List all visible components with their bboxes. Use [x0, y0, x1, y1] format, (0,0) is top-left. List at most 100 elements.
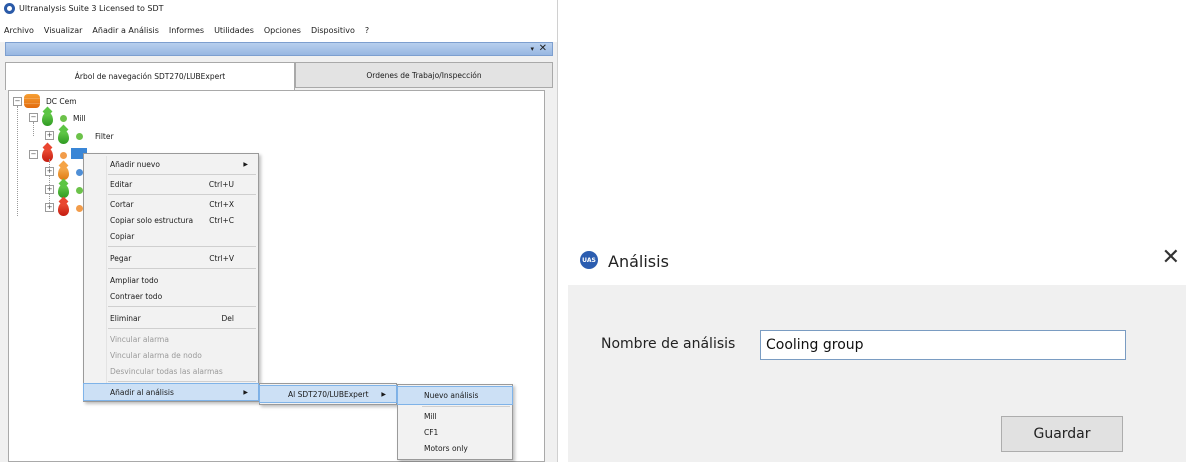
tree-node-filter[interactable]: Filter	[95, 132, 114, 141]
menu-item-desvincular-alarmas: Desvincular todas las alarmas	[84, 363, 258, 379]
menu-visualizar[interactable]: Visualizar	[44, 26, 83, 35]
tab-strip: Árbol de navegación SDT270/LUBExpert Ord…	[5, 62, 553, 90]
status-green-icon	[76, 133, 83, 140]
app-logo-icon	[4, 3, 15, 14]
menu-item-pegar[interactable]: Pegar Ctrl+V	[84, 250, 258, 266]
menu-separator	[108, 306, 256, 307]
uas-logo-icon: UAS	[580, 251, 598, 269]
menu-item-copiar-estructura[interactable]: Copiar solo estructura Ctrl+C	[84, 212, 258, 228]
status-orange-icon	[60, 152, 67, 159]
menu-separator	[108, 246, 256, 247]
menu-item-nuevo-analisis[interactable]: Nuevo análisis	[397, 386, 513, 405]
expand-child-icon[interactable]: +	[45, 167, 54, 176]
menu-item-label: Añadir nuevo	[110, 159, 160, 169]
menu-item-label: Editar	[110, 179, 133, 189]
menu-item-al-sdt270[interactable]: Al SDT270/LUBExpert ▶	[259, 385, 397, 403]
menu-item-label: Copiar	[110, 231, 135, 241]
app-window: Ultranalysis Suite 3 Licensed to SDT Arc…	[0, 0, 558, 462]
submenu-sdt270: Al SDT270/LUBExpert ▶	[259, 383, 397, 405]
red-drop-icon	[58, 202, 69, 216]
tab-navigation-tree[interactable]: Árbol de navegación SDT270/LUBExpert	[5, 62, 295, 90]
menu-item-shortcut: Ctrl+X	[209, 199, 234, 209]
submenu-arrow-icon: ▶	[243, 160, 248, 168]
menu-item-label: Copiar solo estructura	[110, 215, 194, 225]
menu-item-shortcut: Ctrl+C	[209, 215, 234, 225]
menu-item-label: Cortar	[110, 199, 134, 209]
status-green-icon	[60, 115, 67, 122]
menu-utilidades[interactable]: Utilidades	[214, 26, 254, 35]
expand-child-icon[interactable]: +	[45, 203, 54, 212]
menu-item-label: Vincular alarma de nodo	[110, 350, 202, 360]
menu-item-label: Motors only	[424, 443, 468, 453]
close-icon[interactable]: ✕	[1162, 245, 1180, 270]
collapse-node-icon[interactable]: −	[29, 150, 38, 159]
menu-separator	[108, 268, 256, 269]
menu-anadir-a-analisis[interactable]: Añadir a Análisis	[92, 26, 158, 35]
menu-separator	[108, 174, 256, 175]
status-blue-icon	[76, 169, 83, 176]
save-button[interactable]: Guardar	[1001, 416, 1123, 452]
tree-connector	[17, 106, 18, 216]
dialog-title: Análisis	[608, 252, 669, 271]
tree-node-mill[interactable]: Mill	[73, 114, 86, 123]
analysis-name-label: Nombre de análisis	[601, 336, 736, 352]
menu-separator	[108, 328, 256, 329]
status-green-icon	[76, 187, 83, 194]
green-drop-icon	[58, 130, 69, 144]
menu-item-anadir-nuevo[interactable]: Añadir nuevo ▶	[84, 156, 258, 172]
menu-item-label: Contraer todo	[110, 291, 163, 301]
status-orange-icon	[76, 205, 83, 212]
menu-item-ampliar-todo[interactable]: Ampliar todo	[84, 272, 258, 288]
menu-item-label: Vincular alarma	[110, 334, 169, 344]
menu-item-shortcut: Ctrl+U	[208, 179, 234, 189]
tree-node-root[interactable]: DC Cem	[46, 97, 77, 106]
red-drop-icon	[42, 148, 53, 162]
menu-item-copiar[interactable]: Copiar	[84, 228, 258, 244]
menu-archivo[interactable]: Archivo	[4, 26, 34, 35]
collapse-root-icon[interactable]: −	[13, 97, 22, 106]
menu-item-anadir-al-analisis[interactable]: Añadir al análisis ▶	[83, 383, 259, 401]
pane-close-icon[interactable]: ✕	[539, 43, 547, 54]
submenu-arrow-icon: ▶	[243, 388, 248, 396]
submenu-arrow-icon: ▶	[381, 390, 386, 398]
menu-item-label: Al SDT270/LUBExpert	[288, 389, 369, 399]
menu-separator	[108, 381, 256, 382]
menu-bar: Archivo Visualizar Añadir a Análisis Inf…	[0, 18, 557, 42]
menu-item-shortcut: Del	[221, 313, 234, 323]
menu-item-label: Añadir al análisis	[110, 387, 174, 397]
menu-help[interactable]: ?	[365, 26, 369, 35]
menu-item-vincular-alarma: Vincular alarma	[84, 331, 258, 347]
database-icon	[24, 94, 40, 108]
pane-dropdown-icon[interactable]: ▾	[530, 45, 534, 53]
menu-item-label: Ampliar todo	[110, 275, 159, 285]
collapse-mill-icon[interactable]: −	[29, 113, 38, 122]
pane-header: ▾ ✕	[5, 42, 553, 56]
menu-item-editar[interactable]: Editar Ctrl+U	[84, 176, 258, 192]
menu-item-shortcut: Ctrl+V	[209, 253, 234, 263]
menu-item-label: Mill	[424, 411, 437, 421]
menu-item-mill[interactable]: Mill	[398, 408, 512, 424]
submenu-analyses: Nuevo análisis Mill CF1 Motors only	[397, 384, 513, 460]
tab-work-orders[interactable]: Ordenes de Trabajo/Inspección	[295, 62, 553, 88]
title-bar: Ultranalysis Suite 3 Licensed to SDT	[0, 0, 557, 18]
menu-item-vincular-alarma-nodo: Vincular alarma de nodo	[84, 347, 258, 363]
expand-filter-icon[interactable]: +	[45, 131, 54, 140]
dialog-body: Nombre de análisis Guardar	[568, 285, 1186, 462]
menu-item-label: Nuevo análisis	[424, 391, 479, 400]
menu-item-label: CF1	[424, 427, 439, 437]
expand-child-icon[interactable]: +	[45, 185, 54, 194]
context-menu: Añadir nuevo ▶ Editar Ctrl+U Cortar Ctrl…	[83, 153, 259, 402]
menu-item-contraer-todo[interactable]: Contraer todo	[84, 288, 258, 304]
menu-item-cf1[interactable]: CF1	[398, 424, 512, 440]
menu-item-cortar[interactable]: Cortar Ctrl+X	[84, 196, 258, 212]
menu-separator	[108, 194, 256, 195]
menu-item-eliminar[interactable]: Eliminar Del	[84, 310, 258, 326]
menu-item-motors-only[interactable]: Motors only	[398, 440, 512, 456]
analysis-name-input[interactable]	[760, 330, 1126, 360]
app-title: Ultranalysis Suite 3 Licensed to SDT	[19, 4, 164, 13]
menu-opciones[interactable]: Opciones	[264, 26, 301, 35]
tree-connector	[33, 122, 34, 136]
menu-dispositivo[interactable]: Dispositivo	[311, 26, 355, 35]
menu-informes[interactable]: Informes	[169, 26, 204, 35]
green-drop-icon	[42, 112, 53, 126]
